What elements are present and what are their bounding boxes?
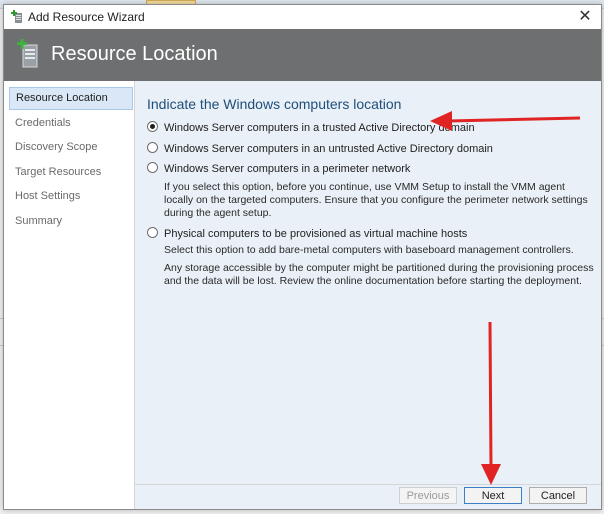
wizard-banner: Resource Location bbox=[4, 29, 601, 81]
option-physical-computers[interactable]: Physical computers to be provisioned as … bbox=[147, 227, 467, 240]
step-summary[interactable]: Summary bbox=[9, 210, 131, 232]
option-label: Windows Server computers in an untrusted… bbox=[164, 143, 493, 155]
server-add-icon bbox=[17, 39, 38, 68]
wizard-window: Add Resource Wizard ✕ Resource Location … bbox=[3, 4, 602, 510]
option-label: Windows Server computers in a trusted Ac… bbox=[164, 122, 475, 134]
wizard-app-icon bbox=[11, 10, 22, 23]
option-perimeter-network[interactable]: Windows Server computers in a perimeter … bbox=[147, 162, 410, 175]
radio-checked-icon[interactable] bbox=[147, 121, 158, 132]
wizard-content: Indicate the Windows computers location … bbox=[135, 81, 601, 485]
perimeter-note: If you select this option, before you co… bbox=[164, 181, 588, 219]
title-bar: Add Resource Wizard ✕ bbox=[4, 5, 601, 29]
storage-warning-note: Any storage accessible by the computer m… bbox=[164, 262, 594, 287]
step-discovery-scope[interactable]: Discovery Scope bbox=[9, 136, 131, 158]
close-icon[interactable]: ✕ bbox=[575, 7, 595, 27]
section-title: Indicate the Windows computers location bbox=[147, 96, 402, 112]
option-trusted-domain[interactable]: Windows Server computers in a trusted Ac… bbox=[147, 121, 475, 134]
physical-note: Select this option to add bare-metal com… bbox=[164, 244, 574, 256]
step-host-settings[interactable]: Host Settings bbox=[9, 185, 131, 207]
wizard-steps-sidebar: Resource Location Credentials Discovery … bbox=[4, 81, 135, 509]
wizard-footer: Previous Next Cancel bbox=[135, 484, 601, 509]
step-resource-location[interactable]: Resource Location bbox=[9, 87, 133, 110]
radio-unchecked-icon[interactable] bbox=[147, 227, 158, 238]
cancel-button[interactable]: Cancel bbox=[529, 487, 587, 504]
step-credentials[interactable]: Credentials bbox=[9, 112, 131, 134]
step-target-resources[interactable]: Target Resources bbox=[9, 161, 131, 183]
next-button[interactable]: Next bbox=[464, 487, 522, 504]
option-untrusted-domain[interactable]: Windows Server computers in an untrusted… bbox=[147, 142, 493, 155]
option-label: Windows Server computers in a perimeter … bbox=[164, 163, 411, 175]
option-label: Physical computers to be provisioned as … bbox=[164, 228, 468, 240]
radio-unchecked-icon[interactable] bbox=[147, 162, 158, 173]
window-title: Add Resource Wizard bbox=[28, 10, 145, 24]
previous-button[interactable]: Previous bbox=[399, 487, 457, 504]
page-title: Resource Location bbox=[51, 43, 218, 65]
radio-unchecked-icon[interactable] bbox=[147, 142, 158, 153]
